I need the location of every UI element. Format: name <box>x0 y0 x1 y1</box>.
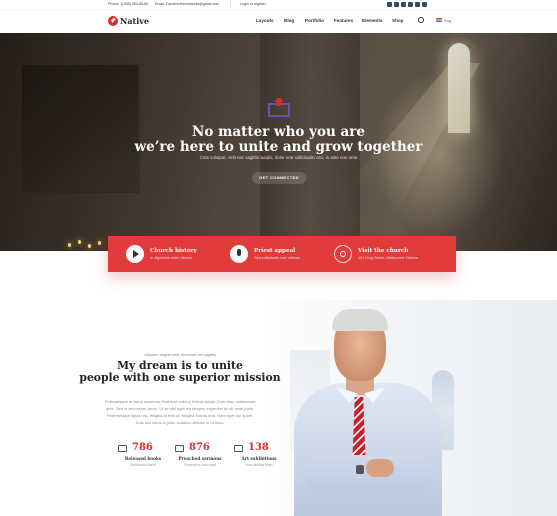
instagram-icon[interactable] <box>394 2 399 7</box>
telegram-icon[interactable] <box>415 2 420 7</box>
pastor-portrait-image <box>280 305 450 516</box>
phone-number: Phone: 1(306) 454-58-66 <box>108 2 149 6</box>
about-paragraph-line: Pellentesque at lacus maximus, tincidunt… <box>104 399 256 404</box>
search-icon[interactable] <box>418 17 424 23</box>
nav-item-blog[interactable]: Blog <box>284 18 294 23</box>
stat-label: Art exhibitions <box>241 456 277 461</box>
location-pin-icon[interactable] <box>334 245 352 263</box>
stat-label: Preached sermons <box>178 456 222 461</box>
feature-band: Church history In dignissim enim ultrice… <box>108 236 456 272</box>
stat-value: 786 <box>132 442 153 453</box>
feature-church-history[interactable]: Church history In dignissim enim ultrice… <box>126 236 226 272</box>
about-title-line2: people with one superior mission <box>79 371 281 384</box>
about-paragraph-line: ante. Sed in accumsan lacus. Ut ac nisl … <box>105 406 255 411</box>
divider <box>230 2 231 8</box>
get-connected-button[interactable]: GET CONNECTED <box>252 172 306 184</box>
nav-item-features[interactable]: Features <box>334 18 353 23</box>
nav-item-portfolio[interactable]: Portfolio <box>305 18 324 23</box>
stat-value: 138 <box>248 442 269 453</box>
facebook-icon[interactable] <box>387 2 392 7</box>
about-eyebrow: Aliquam augue velit, tincidunt vel sagit… <box>144 352 216 357</box>
nav-item-shop[interactable]: Shop <box>392 18 403 23</box>
top-bar: Phone: 1(306) 454-58-66 Email: Dynamicth… <box>0 0 557 10</box>
email-address[interactable]: Email: Dynamicthemeworks@gmail.com <box>155 2 219 6</box>
vimeo-icon[interactable] <box>408 2 413 7</box>
hero-title-line2: we’re here to unite and grow together <box>134 139 423 155</box>
hero-subtitle: Cras volutpat, velit nec sagittis iaculi… <box>199 155 358 160</box>
main-navigation <box>0 10 557 34</box>
feature-title: Priest appeal <box>254 248 296 254</box>
flag-icon[interactable] <box>436 18 442 22</box>
microphone-icon[interactable] <box>230 245 248 263</box>
language-selector[interactable]: Eng <box>444 18 451 23</box>
stat-sublabel: Non ultricies enim <box>245 463 273 467</box>
book-icon <box>118 445 127 452</box>
logo-icon[interactable] <box>108 16 118 26</box>
feature-subtitle: Sed sollicitudin non ultrices <box>254 256 300 260</box>
play-icon[interactable] <box>126 245 144 263</box>
stat-sublabel: Sollicitudin libero <box>130 463 156 467</box>
stat-value: 876 <box>189 442 210 453</box>
feature-title: Church history <box>150 248 197 254</box>
feature-title: Visit the church <box>358 248 409 254</box>
stat-sublabel: Placerat eu arcu eget <box>183 463 217 467</box>
candles-image <box>68 237 108 249</box>
cross-icon <box>275 98 283 106</box>
map-marker-icon[interactable] <box>422 2 427 7</box>
nav-item-elements[interactable]: Elements <box>362 18 382 23</box>
feature-subtitle: In dignissim enim ultrices <box>150 256 193 260</box>
stat-label: Released books <box>124 456 162 461</box>
image-icon <box>234 445 243 452</box>
hero-title-line1: No matter who you are <box>192 124 365 140</box>
video-icon <box>175 445 184 452</box>
logo-text[interactable]: Native <box>120 16 149 26</box>
twitter-icon[interactable] <box>401 2 406 7</box>
login-link[interactable]: Login or register <box>240 2 266 6</box>
feature-priest-appeal[interactable]: Priest appeal Sed sollicitudin non ultri… <box>230 236 330 272</box>
feature-subtitle: 121 King Street, Melbourne Victoria <box>358 256 418 260</box>
about-paragraph-line: Pellentesque ligula nisl, fringilla at f… <box>106 413 254 418</box>
feature-visit-church[interactable]: Visit the church 121 King Street, Melbou… <box>334 236 454 272</box>
about-paragraph-line: Duis sed lacus in justo sodales ultricie… <box>135 420 225 425</box>
nav-item-layouts[interactable]: Layouts <box>256 18 274 23</box>
